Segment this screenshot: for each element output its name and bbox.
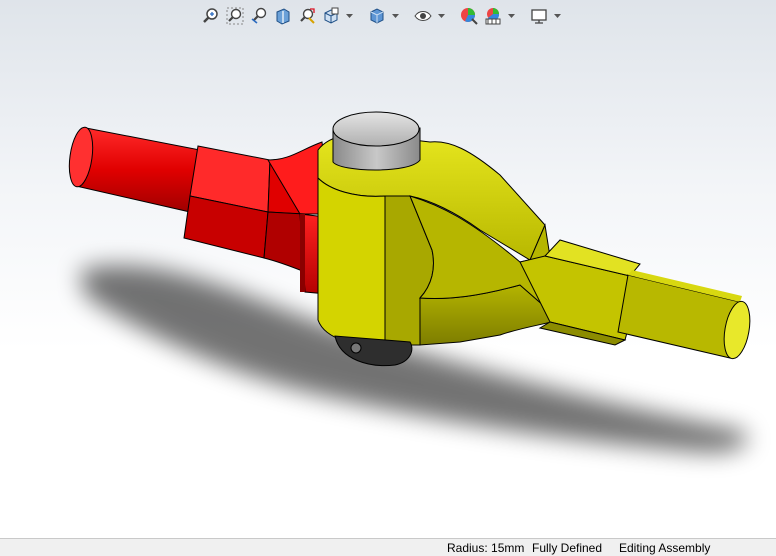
- dynamic-annotation-views-icon[interactable]: [296, 5, 318, 27]
- view-orientation-icon[interactable]: [320, 5, 342, 27]
- section-view-icon[interactable]: [272, 5, 294, 27]
- apply-scene-icon[interactable]: [482, 5, 504, 27]
- status-measurement: Radius: 15mm: [447, 541, 525, 555]
- view-orientation-dropdown-icon[interactable]: [344, 5, 354, 27]
- assembly-model[interactable]: [0, 0, 776, 538]
- heads-up-view-toolbar: [200, 4, 562, 28]
- display-style-dropdown-icon[interactable]: [390, 5, 400, 27]
- view-settings-icon[interactable]: [528, 5, 550, 27]
- previous-view-icon[interactable]: [248, 5, 270, 27]
- hide-show-items-icon[interactable]: [412, 5, 434, 27]
- status-bar: Radius: 15mm Fully Defined Editing Assem…: [0, 538, 776, 556]
- hide-show-dropdown-icon[interactable]: [436, 5, 446, 27]
- status-sketch-state: Fully Defined: [532, 541, 603, 555]
- status-mode[interactable]: Editing Assembly: [619, 541, 710, 555]
- apply-scene-dropdown-icon[interactable]: [506, 5, 516, 27]
- view-settings-dropdown-icon[interactable]: [552, 5, 562, 27]
- display-style-icon[interactable]: [366, 5, 388, 27]
- edit-appearance-icon[interactable]: [458, 5, 480, 27]
- zoom-to-area-icon[interactable]: [224, 5, 246, 27]
- zoom-to-fit-icon[interactable]: [200, 5, 222, 27]
- graphics-area[interactable]: [0, 0, 776, 538]
